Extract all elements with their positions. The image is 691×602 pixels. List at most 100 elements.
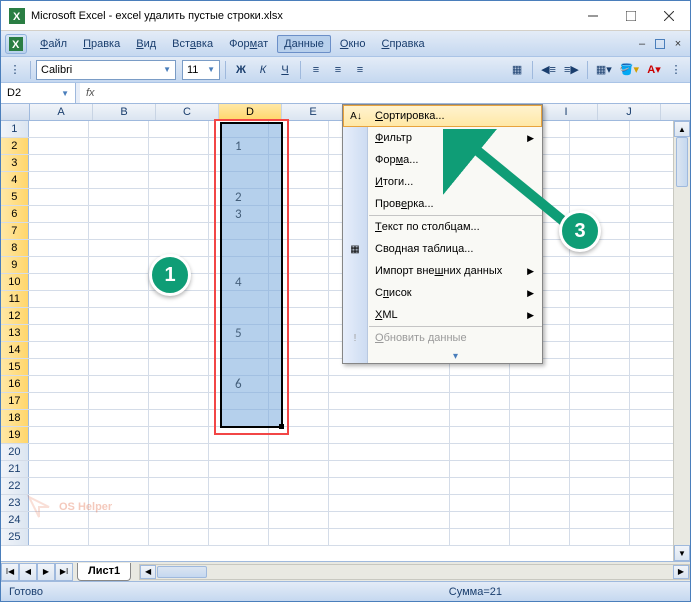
cell[interactable] (29, 359, 89, 375)
cell[interactable] (209, 172, 269, 188)
cell[interactable] (329, 478, 450, 494)
cell[interactable] (269, 308, 329, 324)
cell[interactable] (89, 172, 149, 188)
cell[interactable] (29, 461, 89, 477)
col-header[interactable]: B (93, 104, 156, 120)
cell[interactable] (29, 393, 89, 409)
cell[interactable] (149, 121, 209, 137)
cell[interactable] (149, 376, 209, 392)
menu-edit[interactable]: Правка (76, 35, 127, 53)
select-all-corner[interactable] (1, 104, 30, 120)
cell[interactable] (269, 410, 329, 426)
cell[interactable] (450, 495, 510, 511)
cell[interactable] (149, 172, 209, 188)
row-header[interactable]: 10 (1, 274, 29, 290)
cell[interactable] (29, 495, 89, 511)
cell[interactable]: 2 (209, 189, 269, 205)
scroll-thumb[interactable] (676, 137, 688, 187)
cell[interactable] (29, 257, 89, 273)
cell[interactable] (570, 342, 630, 358)
cell[interactable] (209, 291, 269, 307)
row-header[interactable]: 23 (1, 495, 29, 511)
cell[interactable] (149, 206, 209, 222)
italic-button[interactable]: К (253, 60, 273, 80)
cell[interactable] (510, 478, 570, 494)
menu-item-list[interactable]: Список▶ (343, 282, 542, 304)
cell[interactable] (89, 393, 149, 409)
menu-item-sort[interactable]: А↓ Сортировка... (343, 105, 542, 127)
cell[interactable] (570, 495, 630, 511)
menu-help[interactable]: Справка (374, 35, 431, 53)
cell[interactable] (149, 393, 209, 409)
cell[interactable] (269, 155, 329, 171)
cell[interactable] (149, 427, 209, 443)
cell[interactable] (570, 274, 630, 290)
cell[interactable] (29, 410, 89, 426)
cell[interactable] (89, 155, 149, 171)
cell[interactable] (149, 325, 209, 341)
cell[interactable] (269, 172, 329, 188)
indent-decrease-button[interactable]: ◀≡ (538, 60, 559, 80)
cell[interactable] (269, 376, 329, 392)
tab-nav-last[interactable]: ▶I (55, 563, 73, 581)
cell[interactable] (89, 478, 149, 494)
horizontal-scrollbar[interactable]: ◀ ▶ (139, 564, 690, 580)
menu-item-text-to-columns[interactable]: Текст по столбцам... (343, 216, 542, 238)
col-header[interactable]: D (219, 104, 282, 120)
cell[interactable] (450, 376, 510, 392)
doc-close-button[interactable]: × (670, 37, 686, 51)
cell[interactable] (329, 427, 450, 443)
cell[interactable] (149, 529, 209, 545)
cell[interactable] (89, 257, 149, 273)
cell[interactable] (329, 376, 450, 392)
cell[interactable] (510, 393, 570, 409)
row-header[interactable]: 17 (1, 393, 29, 409)
row-header[interactable]: 9 (1, 257, 29, 273)
cell[interactable] (269, 257, 329, 273)
cell[interactable] (209, 393, 269, 409)
cell[interactable] (269, 342, 329, 358)
cell[interactable] (29, 274, 89, 290)
cell[interactable] (510, 376, 570, 392)
fx-icon[interactable]: fx (86, 87, 95, 99)
menu-item-filter[interactable]: Фильтр▶ (343, 127, 542, 149)
cell[interactable] (570, 512, 630, 528)
cell[interactable] (149, 308, 209, 324)
cell[interactable] (209, 308, 269, 324)
cell[interactable] (450, 512, 510, 528)
cell[interactable] (29, 478, 89, 494)
cell[interactable] (269, 274, 329, 290)
cell[interactable] (29, 121, 89, 137)
cell[interactable] (209, 495, 269, 511)
cell[interactable] (89, 223, 149, 239)
cell[interactable] (29, 444, 89, 460)
tab-nav-next[interactable]: ▶ (37, 563, 55, 581)
cell[interactable] (570, 410, 630, 426)
cell[interactable] (269, 393, 329, 409)
vertical-scrollbar[interactable]: ▲ ▼ (673, 121, 690, 561)
cell[interactable] (209, 121, 269, 137)
cell[interactable] (209, 223, 269, 239)
cell[interactable] (269, 138, 329, 154)
row-header[interactable]: 2 (1, 138, 29, 154)
cell[interactable] (450, 410, 510, 426)
cell[interactable] (209, 155, 269, 171)
cell[interactable] (89, 274, 149, 290)
cell[interactable] (329, 444, 450, 460)
cell[interactable] (89, 444, 149, 460)
cell[interactable] (570, 478, 630, 494)
cell[interactable] (29, 206, 89, 222)
cell[interactable] (269, 495, 329, 511)
col-header[interactable]: I (535, 104, 598, 120)
cell[interactable] (89, 461, 149, 477)
cell[interactable] (570, 189, 630, 205)
cell[interactable] (149, 155, 209, 171)
cell[interactable] (89, 495, 149, 511)
menu-window[interactable]: Окно (333, 35, 373, 53)
cell[interactable] (510, 495, 570, 511)
row-header[interactable]: 21 (1, 461, 29, 477)
cell[interactable] (570, 138, 630, 154)
cell[interactable] (89, 138, 149, 154)
cell[interactable] (149, 138, 209, 154)
cell[interactable] (269, 325, 329, 341)
